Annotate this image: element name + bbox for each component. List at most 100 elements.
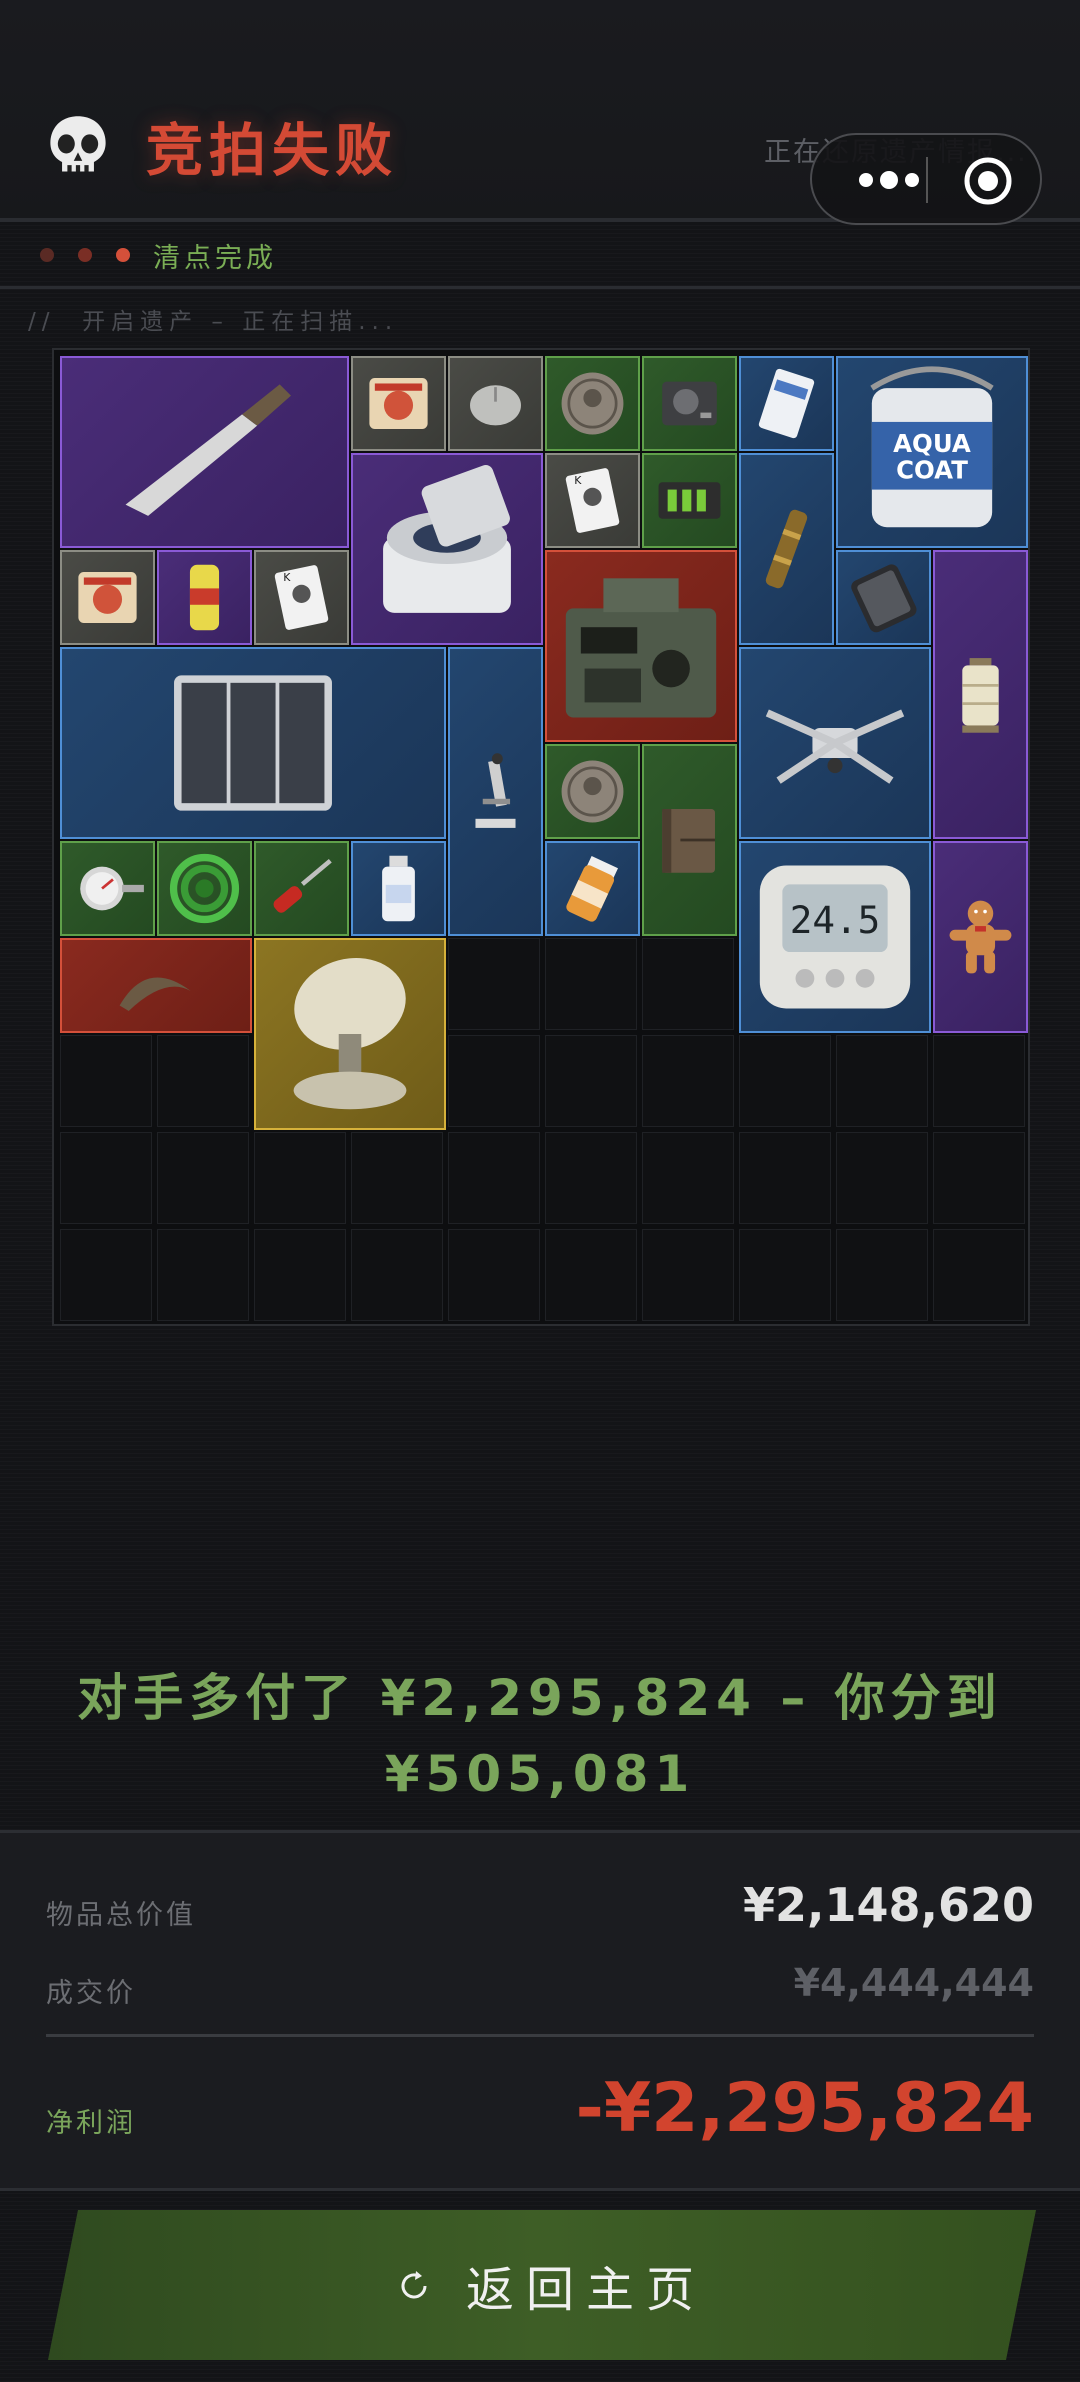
total-value: ¥2,148,620: [742, 1878, 1034, 1932]
inventory-item-claw[interactable]: [60, 938, 252, 1033]
inventory-item-spyglass[interactable]: [739, 453, 834, 645]
return-home-label: 返回主页: [466, 2262, 707, 2318]
grid-cell: [642, 938, 734, 1030]
inventory-item-solar-panel[interactable]: [60, 647, 446, 839]
grid-cell: [933, 1132, 1025, 1224]
skull-icon: [50, 116, 106, 172]
grid-cell: [545, 938, 637, 1030]
svg-text:K: K: [574, 474, 582, 487]
inventory-item-gauge[interactable]: [60, 841, 155, 936]
noodle-pack-icon: [369, 378, 428, 429]
grid-cell: [642, 1229, 734, 1321]
grid-cell: [448, 1035, 540, 1127]
inventory-item-phone[interactable]: [836, 550, 931, 645]
journal-icon: [662, 809, 715, 873]
grid-cell: [836, 1035, 928, 1127]
inventory-item-playing-card[interactable]: K: [545, 453, 640, 548]
net-profit-label: 净利润: [46, 2108, 136, 2139]
grid-cell: [351, 1229, 443, 1321]
medicine-bottle-icon: [382, 855, 415, 922]
status-label: 清点完成: [153, 243, 277, 274]
screwdriver-icon: [273, 859, 332, 913]
centrifuge-icon: [383, 464, 511, 613]
miniprogram-capsule: [810, 133, 1042, 225]
more-icon[interactable]: [844, 160, 934, 200]
inventory-item-medicine-bottle[interactable]: [351, 841, 446, 936]
phone-icon: [851, 564, 917, 633]
grid-cell: [545, 1229, 637, 1321]
battery-pack-icon: [658, 482, 721, 519]
inventory-item-paint-can[interactable]: AQUA COAT: [836, 356, 1028, 548]
deal-price: ¥4,444,444: [793, 1961, 1034, 2005]
inventory-item-battery-pack[interactable]: [642, 453, 737, 548]
inventory-item-hose[interactable]: [157, 841, 252, 936]
inventory-item-noodle-pack[interactable]: [351, 356, 446, 451]
inventory-item-noodle-pack-2[interactable]: [60, 550, 155, 645]
page-title: 竞拍失败: [146, 118, 398, 184]
inventory-item-thermometer[interactable]: 24.5: [739, 841, 931, 1033]
noodle-pack-icon: [78, 572, 137, 623]
inventory-item-satellite-dish[interactable]: [254, 938, 446, 1130]
hose-icon: [169, 853, 240, 924]
solar-panel-icon: [174, 675, 332, 811]
net-profit: -¥2,295,824: [575, 2069, 1034, 2148]
soda-can-icon: [189, 564, 220, 631]
playing-card-icon: K: [274, 565, 329, 630]
thermometer-display: 24.5: [790, 898, 881, 942]
inventory-item-mouse[interactable]: [448, 356, 543, 451]
inventory-item-pill-bottle[interactable]: [545, 841, 640, 936]
status-row: 清点完成: [0, 222, 1080, 289]
inventory-item-radio[interactable]: [545, 550, 737, 742]
inventory-item-playing-card-2[interactable]: K: [254, 550, 349, 645]
grid-cell: [545, 1132, 637, 1224]
grid-cell: [448, 938, 540, 1030]
grid-cell: [254, 1132, 346, 1224]
thermometer-icon: 24.5: [759, 865, 911, 1009]
inventory-item-lantern[interactable]: [933, 550, 1028, 839]
paint-can-label-line1: AQUA: [893, 429, 971, 458]
mouse-icon: [470, 385, 521, 426]
grid-cell: [448, 1132, 540, 1224]
grid-cell: [739, 1035, 831, 1127]
lantern-icon: [962, 658, 999, 733]
grid-cell: [60, 1035, 152, 1127]
inventory-item-card-box[interactable]: [739, 356, 834, 451]
grid-cell: [157, 1229, 249, 1321]
deal-price-label: 成交价: [46, 1978, 136, 2009]
hard-drive-icon: [662, 381, 717, 426]
inventory-item-coin-2[interactable]: [545, 744, 640, 839]
grid-cell: [933, 1229, 1025, 1321]
grid-cell: [254, 1229, 346, 1321]
grid-cell: [739, 1229, 831, 1321]
inventory-item-centrifuge[interactable]: [351, 453, 543, 645]
grid-cell: [933, 1035, 1025, 1127]
grid-cell: [351, 1132, 443, 1224]
capsule-divider: [926, 157, 928, 203]
gauge-icon: [80, 866, 144, 911]
spyglass-icon: [765, 509, 808, 589]
svg-text:K: K: [283, 571, 291, 584]
inventory-item-knife[interactable]: [60, 356, 349, 548]
close-miniprogram-icon[interactable]: [962, 155, 1014, 207]
grid-cell: [739, 1132, 831, 1224]
inventory-item-coin[interactable]: [545, 356, 640, 451]
inventory-item-drone[interactable]: [739, 647, 931, 839]
inventory-item-screwdriver[interactable]: [254, 841, 349, 936]
inventory-item-microscope[interactable]: [448, 647, 543, 936]
grid-cell: [60, 1132, 152, 1224]
drone-icon: [765, 709, 905, 784]
inventory-item-gingerbread[interactable]: [933, 841, 1028, 1033]
radio-icon: [565, 578, 717, 718]
summary-divider: [46, 2034, 1034, 2037]
inventory-item-hard-drive[interactable]: [642, 356, 737, 451]
inventory-item-soda-can[interactable]: [157, 550, 252, 645]
result-message: 对手多付了 ¥2,295,824 – 你分到 ¥505,081: [77, 1669, 1003, 1803]
card-box-icon: [758, 368, 815, 439]
grid-cell: [836, 1229, 928, 1321]
status-dot: [40, 248, 54, 262]
paint-can-label-line2: COAT: [896, 455, 968, 484]
inventory-item-journal[interactable]: [642, 744, 737, 936]
satellite-dish-icon: [293, 957, 407, 1110]
grid-cell: [157, 1035, 249, 1127]
return-home-button[interactable]: 返回主页: [48, 2210, 1036, 2360]
